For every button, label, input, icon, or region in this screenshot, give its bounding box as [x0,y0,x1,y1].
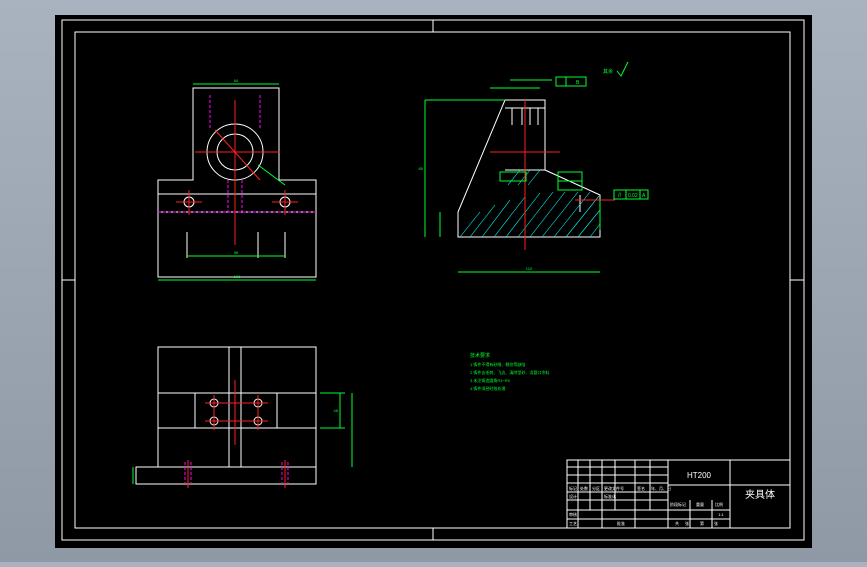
tech-note-2: 2.铸件去毛刺、飞边、清除型砂、浇冒口余料 [470,369,549,375]
dim-side-base-length: 110 [526,266,533,271]
tb-label-change-doc: 更改文件号 [604,485,624,491]
tb-label-ratio: 比例 [715,501,723,507]
tb-label-sheet-1: 张 [685,520,689,526]
tb-label-sheet-2: 张 [714,520,718,526]
tb-label-design: 设计 [569,493,577,499]
dim-front-hole-spacing: 98 [234,250,239,255]
tb-label-standardization: 标准化 [604,493,616,499]
title-scale: 1:1 [718,512,724,517]
tb-label-marking: 标记 [569,485,577,491]
tech-note-1: 1.铸件不得有砂眼、裂纹等缺陷 [470,361,525,367]
dim-front-base-width: 136 [234,274,241,279]
tb-label-zone: 分区 [592,485,600,491]
title-material: HT200 [687,471,712,480]
tech-notes-heading: 技术要求 [470,352,490,359]
cad-viewport[interactable]: 84 136 98 85 110 // 0.02 A B 其余 48 技术要求 … [0,0,867,562]
gt-value: 0.02 [628,193,638,199]
tb-label-process: 工艺 [569,521,577,526]
tb-label-total: 共 [675,520,679,526]
tb-label-weight: 重量 [696,501,704,507]
dim-front-top-width: 84 [234,78,239,83]
dim-top-view-spacing: 48 [334,408,339,413]
gt-symbol-parallel: // [618,193,622,199]
tb-label-review: 审核 [569,511,577,517]
dim-side-height: 85 [419,166,424,171]
drawing-sheet [55,15,812,548]
roughness-note: 其余 [603,68,613,75]
tb-label-stage: 阶段标记 [670,501,686,507]
tech-note-4: 4.铸件须经时效处理 [470,385,505,391]
tb-label-page: 第 [700,520,704,526]
tb-label-count: 处数 [580,485,588,491]
title-part-name: 夹具体 [745,488,775,501]
tb-label-signature: 签名 [637,485,645,491]
tb-label-date: 年、月、日 [651,485,671,491]
tb-label-approval: 批准 [617,520,625,526]
tech-note-3: 3.未注铸造圆角R3~R5 [470,377,511,383]
